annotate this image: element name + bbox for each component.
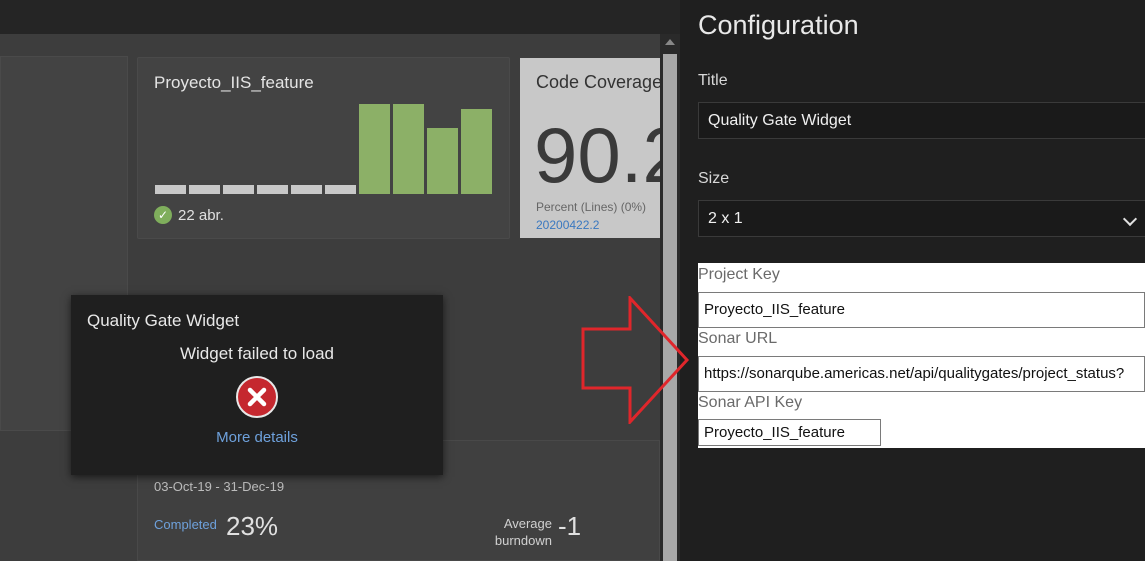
- build-bar-2[interactable]: [189, 185, 220, 194]
- top-bar: [0, 0, 680, 34]
- build-bar-6[interactable]: [325, 185, 356, 194]
- more-details-link[interactable]: More details: [71, 429, 443, 446]
- chevron-down-icon[interactable]: [1122, 211, 1138, 227]
- custom-settings-block: Project Key Proyecto_IIS_feature Sonar U…: [698, 263, 1145, 448]
- build-bar-10[interactable]: [461, 109, 492, 194]
- build-date: 22 abr.: [178, 206, 224, 224]
- arrow-right-annotation: [581, 296, 690, 424]
- average-burndown-label: Average burndown: [494, 516, 552, 548]
- coverage-value: 90.2: [534, 111, 660, 199]
- error-x-icon: [236, 376, 278, 418]
- screen: Proyecto_IIS_feature ✓ 22 abr. Code Cove…: [0, 0, 1145, 561]
- project-key-label: Project Key: [698, 266, 780, 283]
- build-bar-3[interactable]: [223, 185, 254, 194]
- size-label: Size: [698, 170, 730, 187]
- widget-error-message: Widget failed to load: [179, 344, 335, 363]
- completed-value: 23%: [226, 511, 279, 541]
- average-burndown-value: -1: [558, 511, 582, 541]
- scroll-up-icon[interactable]: [665, 39, 675, 45]
- size-value: 2 x 1: [708, 210, 743, 227]
- quality-gate-widget[interactable]: Quality Gate Widget Widget failed to loa…: [71, 295, 443, 475]
- configuration-panel: Configuration Title Quality Gate Widget …: [680, 0, 1145, 561]
- title-input[interactable]: Quality Gate Widget: [698, 102, 1145, 139]
- build-bar-7[interactable]: [359, 104, 390, 194]
- build-status-row: ✓ 22 abr.: [154, 206, 224, 224]
- config-heading: Configuration: [698, 10, 859, 40]
- check-circle-icon: ✓: [154, 206, 172, 224]
- completed-label: Completed: [154, 517, 217, 532]
- size-select[interactable]: 2 x 1: [698, 200, 1145, 237]
- build-history-chart: [155, 104, 495, 194]
- sonar-url-input[interactable]: https://sonarqube.americas.net/api/quali…: [698, 356, 1145, 392]
- sonar-api-key-label: Sonar API Key: [698, 394, 803, 411]
- build-bar-8[interactable]: [393, 104, 424, 194]
- build-bar-1[interactable]: [155, 185, 186, 194]
- build-bar-5[interactable]: [291, 185, 322, 194]
- sprint-dates: 03-Oct-19 - 31-Dec-19: [154, 479, 285, 494]
- sonar-url-label: Sonar URL: [698, 330, 778, 347]
- coverage-metric: Percent (Lines) (0%): [536, 200, 647, 214]
- code-coverage-tile[interactable]: Code Coverage 90.2 Percent (Lines) (0%) …: [520, 58, 660, 238]
- coverage-title: Code Coverage: [536, 72, 660, 92]
- widget-title: Quality Gate Widget: [87, 311, 240, 330]
- title-label: Title: [698, 72, 728, 89]
- build-bar-9[interactable]: [427, 128, 458, 194]
- project-key-input[interactable]: Proyecto_IIS_feature: [698, 292, 1145, 328]
- build-tile-title: Proyecto_IIS_feature: [154, 73, 314, 92]
- build-bar-4[interactable]: [257, 185, 288, 194]
- coverage-build-link[interactable]: 20200422.2: [536, 218, 599, 232]
- build-history-tile[interactable]: Proyecto_IIS_feature ✓ 22 abr.: [137, 57, 510, 239]
- sonar-api-key-input[interactable]: Proyecto_IIS_feature: [698, 419, 881, 446]
